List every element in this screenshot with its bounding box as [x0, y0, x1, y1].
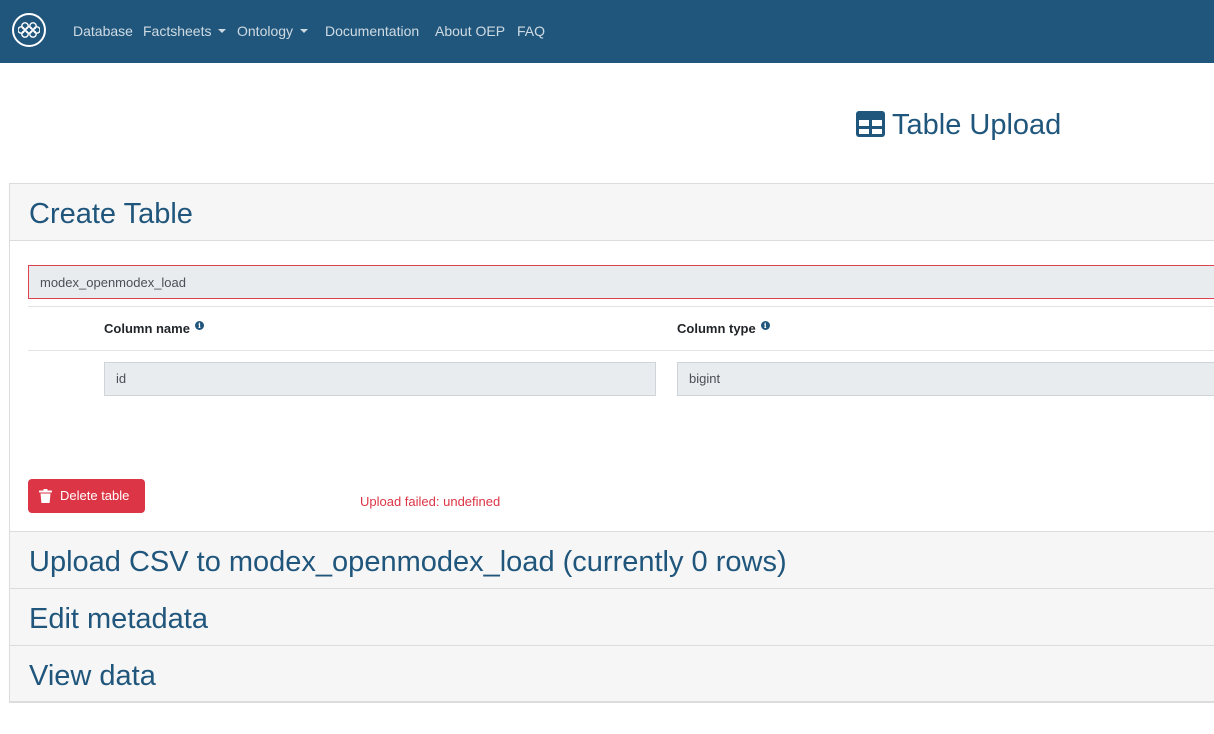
nav-item-factsheets[interactable]: Factsheets: [143, 22, 227, 40]
top-navbar: Database Factsheets Ontology Documentati…: [0, 0, 1214, 63]
oep-logo-icon[interactable]: [12, 13, 46, 47]
column-type-header: Column type i: [677, 320, 770, 338]
delete-table-button[interactable]: Delete table: [28, 479, 145, 513]
create-table-heading[interactable]: Create Table: [29, 197, 193, 231]
divider: [28, 350, 1214, 351]
upload-csv-heading[interactable]: Upload CSV to modex_openmodex_load (curr…: [29, 545, 787, 579]
divider: [9, 701, 1214, 703]
column-name-field[interactable]: id: [104, 362, 656, 396]
table-icon: [856, 111, 885, 137]
view-data-panel-header[interactable]: View data: [9, 645, 1214, 702]
info-icon[interactable]: i: [194, 321, 204, 330]
divider: [28, 306, 1214, 307]
nav-item-database[interactable]: Database: [73, 22, 133, 40]
info-icon[interactable]: i: [760, 321, 770, 330]
nav-item-ontology[interactable]: Ontology: [237, 22, 309, 40]
nav-item-ontology-label: Ontology: [237, 23, 294, 39]
table-name-input[interactable]: modex_openmodex_load: [28, 265, 1214, 299]
chevron-down-icon: [300, 29, 309, 33]
nav-item-documentation[interactable]: Documentation: [325, 22, 419, 40]
nav-item-factsheets-label: Factsheets: [143, 23, 212, 39]
create-table-panel-header[interactable]: Create Table: [9, 183, 1214, 241]
edit-metadata-panel-header[interactable]: Edit metadata: [9, 588, 1214, 646]
column-name-header-label: Column name: [104, 321, 190, 336]
upload-error-message: Upload failed: undefined: [360, 494, 501, 509]
view-data-heading[interactable]: View data: [29, 659, 156, 693]
page-title-text: Table Upload: [892, 109, 1062, 141]
edit-metadata-heading[interactable]: Edit metadata: [29, 602, 208, 636]
trash-icon: [39, 489, 52, 503]
nav-item-about-oep[interactable]: About OEP: [435, 22, 505, 40]
delete-table-label: Delete table: [60, 488, 130, 503]
nav-item-faq[interactable]: FAQ: [517, 22, 545, 40]
upload-csv-panel-header[interactable]: Upload CSV to modex_openmodex_load (curr…: [9, 531, 1214, 589]
column-name-header: Column name i: [104, 320, 204, 338]
column-type-header-label: Column type: [677, 321, 756, 336]
column-type-field[interactable]: bigint: [677, 362, 1214, 396]
chevron-down-icon: [218, 29, 227, 33]
